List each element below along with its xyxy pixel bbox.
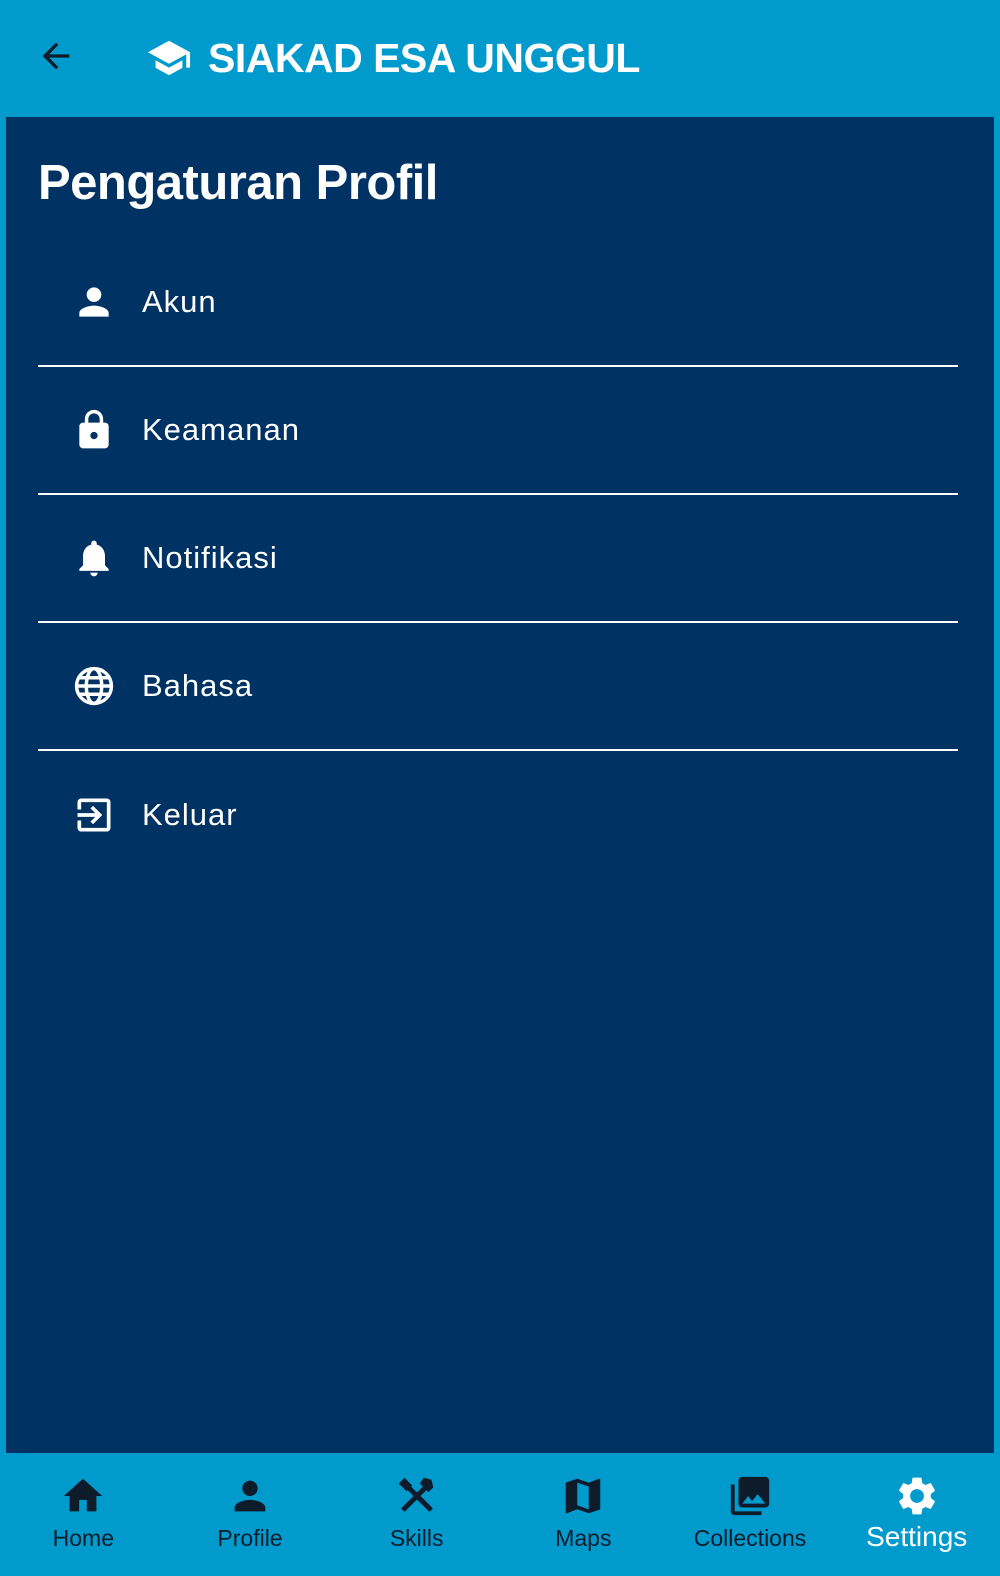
nav-item-collections[interactable]: Collections xyxy=(667,1453,834,1576)
lock-icon xyxy=(72,408,116,452)
menu-item-keluar[interactable]: Keluar xyxy=(38,751,958,879)
app-title: SIAKAD ESA UNGGUL xyxy=(208,34,640,81)
menu-item-label: Bahasa xyxy=(142,668,254,703)
menu-item-akun[interactable]: Akun xyxy=(38,239,958,367)
nav-label: Collections xyxy=(693,1525,807,1551)
back-button[interactable] xyxy=(30,30,82,82)
menu-item-notifikasi[interactable]: Notifikasi xyxy=(38,495,958,623)
logout-icon xyxy=(72,793,116,837)
app-bar: SIAKAD ESA UNGGUL xyxy=(0,0,1000,117)
menu-item-label: Keamanan xyxy=(142,412,300,447)
home-icon xyxy=(60,1473,106,1519)
nav-label: Skills xyxy=(389,1525,444,1551)
nav-item-settings[interactable]: Settings xyxy=(833,1453,1000,1576)
map-icon xyxy=(560,1473,606,1519)
nav-item-home[interactable]: Home xyxy=(0,1453,167,1576)
nav-item-skills[interactable]: Skills xyxy=(333,1453,500,1576)
menu-item-label: Notifikasi xyxy=(142,540,278,575)
nav-label: Maps xyxy=(555,1525,612,1551)
photo-library-icon xyxy=(727,1473,773,1519)
page-title: Pengaturan Profil xyxy=(38,156,438,210)
menu-item-keamanan[interactable]: Keamanan xyxy=(38,367,958,495)
menu-item-label: Keluar xyxy=(142,797,238,832)
settings-panel: Pengaturan Profil Akun Keamanan Notifika… xyxy=(6,117,994,1453)
graduation-cap-icon xyxy=(146,35,192,81)
brand: SIAKAD ESA UNGGUL xyxy=(146,30,640,86)
person-icon xyxy=(72,280,116,324)
person-icon xyxy=(227,1473,273,1519)
menu-item-label: Akun xyxy=(142,284,217,319)
nav-label: Home xyxy=(52,1525,115,1551)
bell-icon xyxy=(72,536,116,580)
globe-icon xyxy=(72,664,116,708)
bottom-navigation: Home Profile Skills Maps Collections Set… xyxy=(0,1453,1000,1576)
nav-label: Settings xyxy=(866,1521,968,1552)
nav-item-maps[interactable]: Maps xyxy=(500,1453,667,1576)
gear-icon xyxy=(894,1473,940,1519)
tools-icon xyxy=(394,1473,440,1519)
nav-item-profile[interactable]: Profile xyxy=(167,1453,334,1576)
nav-label: Profile xyxy=(217,1525,283,1551)
settings-menu: Akun Keamanan Notifikasi Bahasa Keluar xyxy=(38,239,958,879)
arrow-back-icon xyxy=(42,42,70,70)
menu-item-bahasa[interactable]: Bahasa xyxy=(38,623,958,751)
